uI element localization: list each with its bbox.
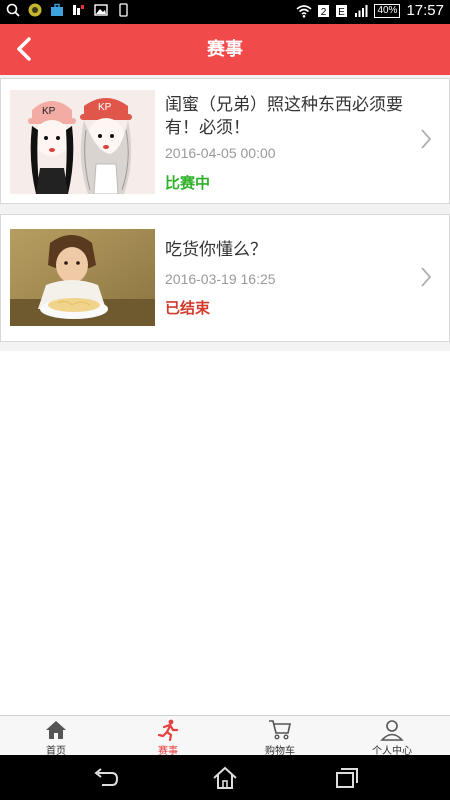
svg-text:KP: KP bbox=[98, 102, 112, 113]
app-icon bbox=[28, 3, 42, 17]
app-header: 赛事 bbox=[0, 24, 450, 75]
tab-profile[interactable]: 个人中心 bbox=[336, 716, 448, 757]
cart-icon bbox=[269, 720, 291, 740]
person-icon bbox=[380, 720, 404, 741]
event-title: 闺蜜（兄弟）照这种东西必须要有！必须！ bbox=[165, 95, 403, 138]
signal-icon bbox=[355, 4, 368, 17]
event-title: 吃货你懂么？ bbox=[165, 240, 267, 260]
back-nav-icon[interactable] bbox=[90, 765, 120, 791]
event-status: 已结束 bbox=[165, 299, 211, 317]
chevron-right-icon bbox=[419, 127, 433, 151]
wifi-icon bbox=[296, 4, 312, 18]
battery-indicator: 40% bbox=[374, 3, 401, 18]
event-status: 比赛中 bbox=[165, 174, 211, 192]
image-icon bbox=[94, 4, 108, 16]
home-nav-icon[interactable] bbox=[210, 765, 240, 791]
event-thumbnail: KP KP bbox=[10, 90, 155, 194]
home-icon bbox=[46, 721, 66, 739]
event-card[interactable]: 吃货你懂么？ 2016-03-19 16:25 已结束 bbox=[0, 214, 450, 342]
status-bar: 2 E 40% 17:57 bbox=[0, 0, 450, 24]
page-title: 赛事 bbox=[207, 39, 243, 60]
tab-home[interactable]: 首页 bbox=[0, 716, 112, 757]
bottom-tab-bar: 首页 赛事 购物车 个人中心 bbox=[0, 715, 450, 757]
event-thumbnail bbox=[10, 229, 155, 326]
event-list: KP KP 闺蜜（兄弟）照这种东西必须要有！必须！ 2016-04-05 00:… bbox=[0, 75, 450, 715]
tab-cart[interactable]: 购物车 bbox=[224, 716, 336, 757]
runner-icon bbox=[157, 719, 179, 741]
event-date: 2016-04-05 00:00 bbox=[165, 145, 276, 161]
event-date: 2016-03-19 16:25 bbox=[165, 271, 276, 287]
svg-text:2: 2 bbox=[321, 7, 327, 18]
svg-text:E: E bbox=[339, 7, 346, 18]
svg-text:KP: KP bbox=[42, 106, 56, 117]
data-sync-icon bbox=[73, 5, 84, 15]
recent-apps-icon[interactable] bbox=[332, 765, 362, 791]
clock: 17:57 bbox=[406, 2, 444, 19]
briefcase-icon bbox=[51, 3, 63, 16]
event-card[interactable]: KP KP 闺蜜（兄弟）照这种东西必须要有！必须！ 2016-04-05 00:… bbox=[0, 78, 450, 204]
network-e-icon: E bbox=[336, 4, 348, 18]
phone-icon bbox=[119, 3, 128, 17]
system-navigation-bar bbox=[0, 755, 450, 800]
chevron-right-icon bbox=[419, 265, 433, 289]
tab-events[interactable]: 赛事 bbox=[112, 716, 224, 757]
sim2-icon: 2 bbox=[318, 4, 330, 18]
search-icon bbox=[6, 3, 20, 17]
